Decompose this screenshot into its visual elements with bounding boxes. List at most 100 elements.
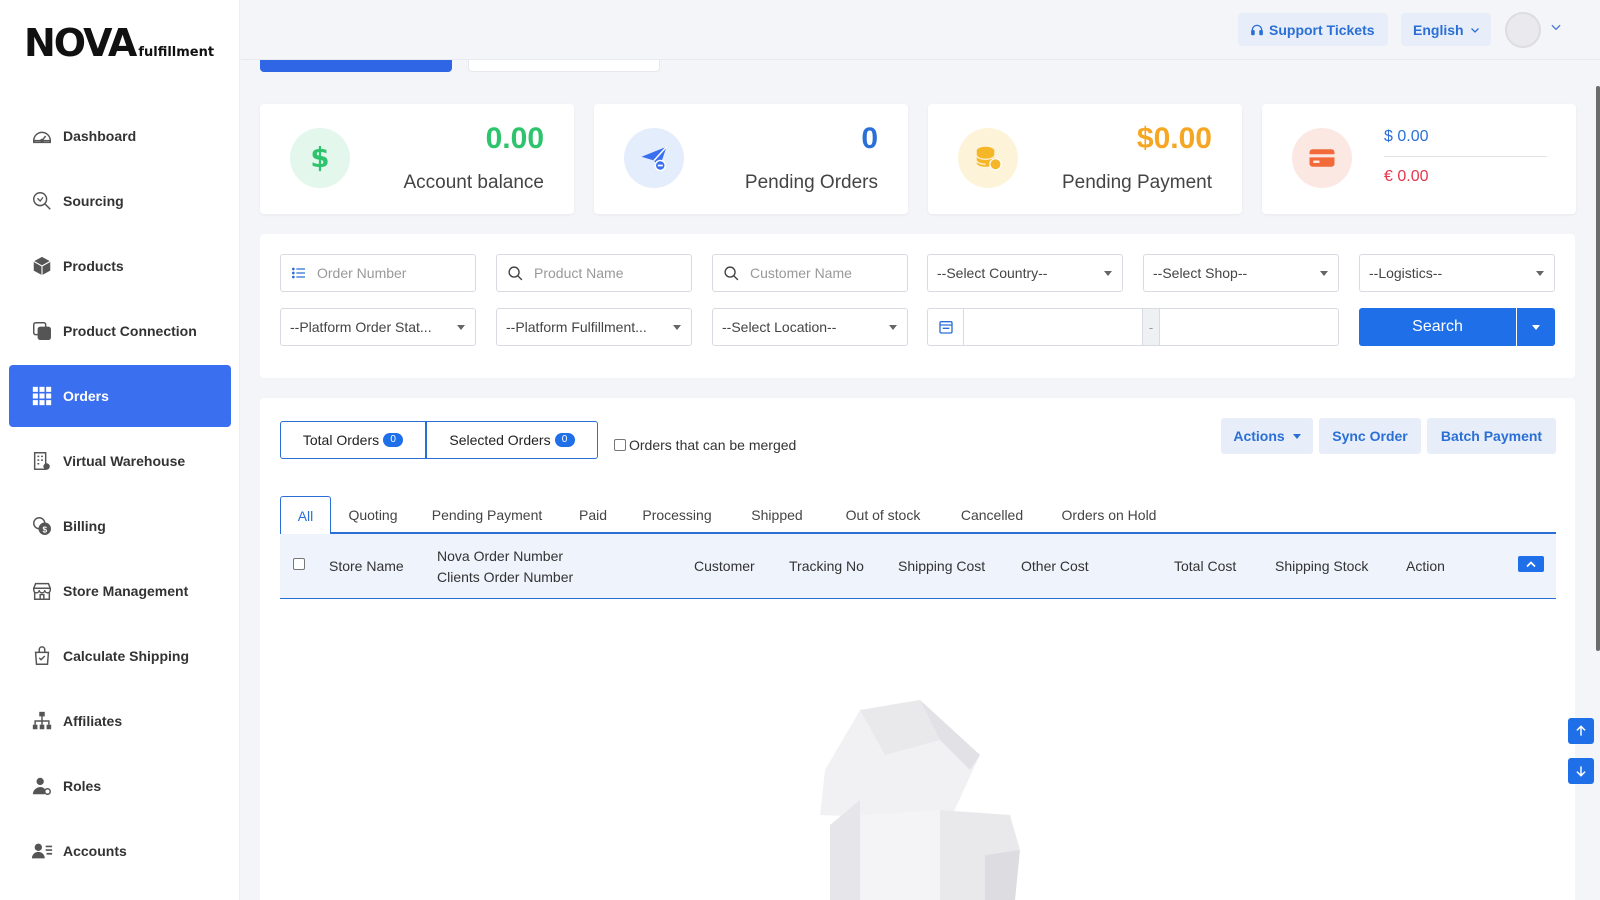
date-range-picker[interactable]: - [927, 308, 1339, 346]
sidebar-item-store-management[interactable]: Store Management [9, 560, 231, 622]
sidebar-item-affiliates[interactable]: Affiliates [9, 690, 231, 752]
billing-icon: $ [31, 515, 53, 537]
list-icon [291, 265, 307, 281]
wallet-eur-value: € 0.00 [1384, 168, 1429, 185]
pending-orders-value: 0 [861, 122, 878, 155]
sidebar-item-products[interactable]: Products [9, 235, 231, 297]
sidebar-item-sourcing[interactable]: Sourcing [9, 170, 231, 232]
sidebar-item-billing[interactable]: $ Billing [9, 495, 231, 557]
pending-orders-card: 0 Pending Orders [594, 104, 908, 214]
tab-orders-on-hold[interactable]: Orders on Hold [1049, 496, 1169, 534]
pending-payment-card: $0.00 Pending Payment [928, 104, 1242, 214]
col-shipping-stock: Shipping Stock [1275, 558, 1369, 574]
selected-orders-label: Selected Orders [449, 432, 551, 448]
scroll-to-bottom-button[interactable] [1568, 758, 1594, 784]
support-tickets-label: Support Tickets [1269, 21, 1375, 38]
language-select[interactable]: English [1401, 13, 1491, 46]
sidebar-item-label: Sourcing [63, 193, 124, 209]
search-icon [507, 265, 524, 282]
sidebar-item-virtual-warehouse[interactable]: Virtual Warehouse [9, 430, 231, 492]
selected-orders-toggle[interactable]: Selected Orders 0 [426, 421, 598, 459]
tab-out-of-stock[interactable]: Out of stock [831, 496, 935, 534]
arrow-up-icon [1574, 724, 1588, 738]
sidebar-item-label: Roles [63, 778, 102, 794]
shop-select[interactable]: --Select Shop-- [1143, 254, 1339, 292]
col-tracking-no: Tracking No [789, 558, 864, 574]
select-all-checkbox[interactable] [293, 558, 305, 570]
vertical-scrollbar[interactable] [1596, 86, 1600, 651]
chevron-up-icon[interactable] [1518, 556, 1544, 572]
scroll-to-top-button[interactable] [1568, 718, 1594, 744]
col-store-name: Store Name [329, 558, 404, 574]
sidebar-item-calculate-shipping[interactable]: Calculate Shipping [9, 625, 231, 687]
calendar-icon[interactable] [928, 309, 964, 345]
platform-fulfillment-select[interactable]: --Platform Fulfillment... [496, 308, 692, 346]
paper-plane-icon [624, 128, 684, 188]
caret-down-icon [1104, 271, 1112, 276]
sync-order-button[interactable]: Sync Order [1319, 418, 1421, 454]
top-header: Support Tickets English [241, 0, 1600, 60]
chevron-down-icon[interactable] [1549, 20, 1563, 37]
headset-icon [1250, 23, 1264, 37]
country-select-value: --Select Country-- [937, 265, 1048, 281]
store-icon [31, 580, 53, 602]
total-orders-toggle[interactable]: Total Orders 0 [280, 421, 426, 459]
svg-text:$: $ [310, 143, 329, 173]
tab-all[interactable]: All [280, 496, 331, 536]
avatar[interactable] [1505, 12, 1541, 48]
order-status-tabs: All Quoting Pending Payment Paid Process… [280, 496, 1556, 536]
merge-orders-checkbox[interactable]: Orders that can be merged [614, 437, 796, 453]
tab-processing[interactable]: Processing [631, 496, 723, 534]
logo[interactable]: NOVA fulfillment [24, 24, 214, 62]
platform-fulfillment-value: --Platform Fulfillment... [506, 319, 647, 335]
order-number-input[interactable]: Order Number [280, 254, 476, 292]
search-button[interactable]: Search [1359, 308, 1516, 346]
shipping-icon [31, 645, 53, 667]
product-name-input[interactable]: Product Name [496, 254, 692, 292]
tab-paid[interactable]: Paid [568, 496, 618, 534]
orders-table-header: Store Name Nova Order Number Clients Ord… [280, 534, 1556, 599]
checkbox[interactable] [614, 439, 626, 451]
account-balance-label: Account balance [403, 172, 545, 193]
sidebar-item-label: Product Connection [63, 323, 197, 339]
sidebar-item-accounts[interactable]: Accounts [9, 820, 231, 882]
location-select[interactable]: --Select Location-- [712, 308, 908, 346]
actions-button[interactable]: Actions [1221, 418, 1313, 454]
tab-pending-payment[interactable]: Pending Payment [419, 496, 555, 534]
country-select[interactable]: --Select Country-- [927, 254, 1123, 292]
platform-status-select[interactable]: --Platform Order Stat... [280, 308, 476, 346]
col-total-cost: Total Cost [1174, 558, 1237, 574]
pending-payment-label: Pending Payment [1062, 172, 1212, 193]
sidebar-item-label: Calculate Shipping [63, 648, 190, 664]
total-orders-label: Total Orders [302, 432, 380, 448]
col-customer: Customer [694, 558, 755, 574]
sidebar-item-dashboard[interactable]: Dashboard [9, 105, 231, 167]
search-dropdown-button[interactable] [1517, 308, 1555, 346]
logistics-select[interactable]: --Logistics-- [1359, 254, 1555, 292]
customer-name-input[interactable]: Customer Name [712, 254, 908, 292]
roles-icon [31, 775, 53, 797]
credit-card-icon [1292, 128, 1352, 188]
arrow-down-icon [1574, 764, 1588, 778]
tab-cancelled[interactable]: Cancelled [947, 496, 1037, 534]
search-icon [723, 265, 740, 282]
tab-shipped[interactable]: Shipped [736, 496, 818, 534]
caret-down-icon [889, 325, 897, 330]
batch-payment-button[interactable]: Batch Payment [1427, 418, 1556, 454]
sidebar-item-roles[interactable]: Roles [9, 755, 231, 817]
sidebar-item-product-connection[interactable]: Product Connection [9, 300, 231, 362]
sidebar-item-label: Accounts [63, 843, 127, 859]
secondary-action-button[interactable] [468, 60, 660, 72]
tab-quoting[interactable]: Quoting [338, 496, 408, 534]
account-balance-value: 0.00 [485, 122, 544, 155]
support-tickets-button[interactable]: Support Tickets [1238, 13, 1388, 46]
primary-action-button[interactable] [260, 60, 452, 72]
platform-status-value: --Platform Order Stat... [290, 319, 432, 335]
sidebar-item-orders[interactable]: Orders [9, 365, 231, 427]
caret-down-icon [457, 325, 465, 330]
divider [1384, 156, 1547, 157]
sidebar-item-label: Store Management [63, 583, 189, 599]
col-nova-order-number: Nova Order Number [437, 548, 564, 564]
sidebar-item-label: Billing [63, 518, 106, 534]
coins-icon [958, 128, 1018, 188]
